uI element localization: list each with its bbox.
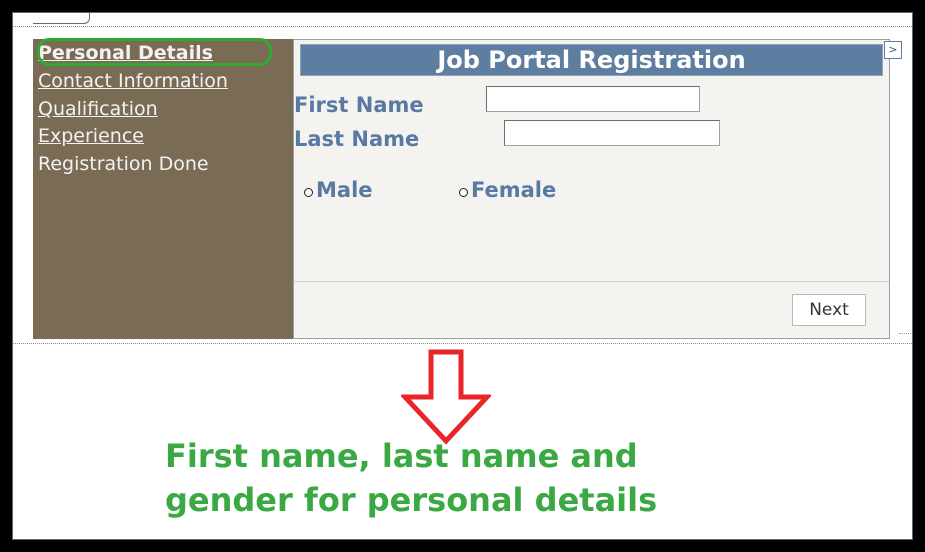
gender-radio-female[interactable]: Female (459, 178, 556, 202)
wizard-sidebar: Personal Details Contact Information Qua… (33, 38, 293, 339)
nav-item-qualification[interactable]: Qualification (38, 97, 158, 121)
panel-title: Job Portal Registration (300, 44, 883, 76)
radio-button-icon[interactable] (304, 187, 313, 197)
dotted-edge (899, 333, 912, 334)
last-name-label: Last Name (294, 127, 420, 151)
next-button[interactable]: Next (792, 294, 866, 326)
content-separator (13, 343, 912, 344)
down-arrow-icon (401, 349, 491, 445)
top-separator (13, 13, 912, 27)
expand-arrow-icon[interactable]: > (884, 41, 902, 59)
nav-item-contact-information[interactable]: Contact Information (38, 69, 228, 93)
footer-separator (294, 281, 889, 282)
first-name-input[interactable] (486, 86, 700, 112)
active-step-highlight (37, 38, 272, 66)
nav-item-experience[interactable]: Experience (38, 124, 144, 148)
gender-radio-male[interactable]: Male (304, 178, 373, 202)
first-name-label: First Name (294, 93, 424, 117)
nav-item-personal-details[interactable]: Personal Details (37, 38, 272, 66)
nav-item-registration-done: Registration Done (38, 153, 209, 175)
tab-outline (33, 13, 90, 24)
last-name-input[interactable] (504, 120, 720, 146)
annotation-caption-line2: gender for personal details (165, 481, 658, 519)
radio-button-icon[interactable] (459, 187, 468, 197)
registration-panel: Job Portal Registration First Name Last … (293, 39, 890, 339)
screenshot-frame: Personal Details Contact Information Qua… (12, 12, 913, 540)
gender-male-label: Male (316, 178, 373, 202)
gender-female-label: Female (471, 178, 557, 202)
annotation-caption-line1: First name, last name and (165, 437, 638, 475)
